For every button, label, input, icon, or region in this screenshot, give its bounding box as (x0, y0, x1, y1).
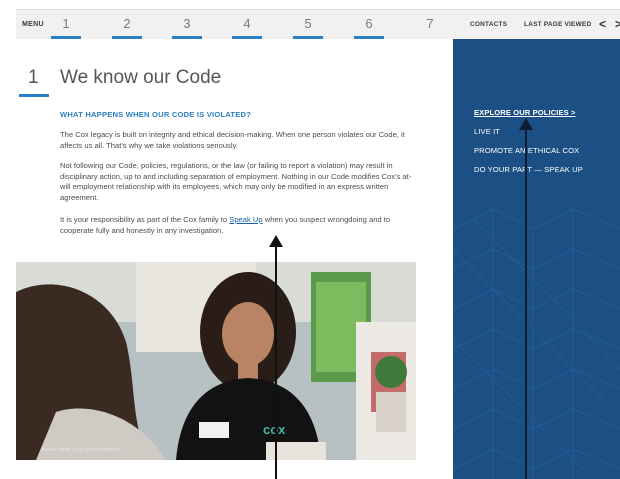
contacts-link[interactable]: CONTACTS (470, 21, 507, 28)
paragraph-legacy: The Cox legacy is built on integrity and… (60, 130, 405, 150)
page-tab-4[interactable]: 4 (230, 16, 264, 39)
page-tab-2[interactable]: 2 (110, 16, 144, 39)
page-tab-label: 6 (365, 16, 373, 31)
paragraph-responsibility: It is your responsibility as part of the… (60, 215, 412, 236)
photo-caption: Alyssa Perez, Cox Communications (41, 447, 121, 453)
page-tab-5[interactable]: 5 (291, 16, 325, 39)
top-nav-bar: MENU 1 2 3 4 5 6 7 CONTACTS LAST PAGE VI… (16, 9, 620, 40)
annotation-arrow-head (519, 118, 533, 130)
sidebar: EXPLORE OUR POLICIES > LIVE IT PROMOTE A… (453, 39, 620, 479)
section-number-underline (19, 94, 49, 97)
utility-nav: CONTACTS LAST PAGE VIEWED < > (454, 10, 620, 40)
annotation-arrow-line (275, 247, 277, 479)
page-tab-3[interactable]: 3 (170, 16, 204, 39)
page-tab-label: 3 (183, 16, 191, 31)
sidebar-item-live-it[interactable]: LIVE IT (474, 127, 500, 136)
section-number: 1 (28, 67, 39, 88)
last-page-viewed-link[interactable]: LAST PAGE VIEWED (524, 21, 591, 28)
page-tab-label: 7 (426, 16, 434, 31)
page-tab-label: 4 (243, 16, 251, 31)
speak-up-link[interactable]: Speak Up (229, 215, 262, 224)
sidebar-item-speak-up[interactable]: DO YOUR PART — SPEAK UP (474, 165, 583, 174)
page-tab-label: 1 (62, 16, 70, 31)
section-subheading: WHAT HAPPENS WHEN OUR CODE IS VIOLATED? (60, 110, 252, 119)
employee-photo: cox Alyssa Perez, Cox Communications (16, 262, 416, 460)
page-tab-7[interactable]: 7 (413, 16, 447, 31)
paragraph-text: It is your responsibility as part of the… (60, 215, 230, 224)
annotation-arrow-head (269, 235, 283, 247)
photo-illustration: cox (16, 262, 416, 460)
annotation-arrow-line (525, 128, 527, 479)
page-tab-1[interactable]: 1 (49, 16, 83, 39)
sidebar-pattern (453, 208, 620, 479)
page-tab-label: 2 (123, 16, 131, 31)
page-tab-label: 5 (304, 16, 312, 31)
page-tab-6[interactable]: 6 (352, 16, 386, 39)
page-frame: MENU 1 2 3 4 5 6 7 CONTACTS LAST PAGE VI… (0, 0, 620, 479)
top-strip (0, 0, 620, 9)
menu-button[interactable]: MENU (22, 21, 44, 28)
paragraph-consequences: Not following our Code, policies, regula… (60, 161, 412, 202)
page-title: We know our Code (60, 67, 222, 88)
next-page-icon[interactable]: > (615, 17, 620, 31)
sidebar-item-explore-policies[interactable]: EXPLORE OUR POLICIES > (474, 108, 576, 117)
prev-page-icon[interactable]: < (599, 17, 606, 31)
main-content: 1 We know our Code WHAT HAPPENS WHEN OUR… (16, 39, 453, 479)
